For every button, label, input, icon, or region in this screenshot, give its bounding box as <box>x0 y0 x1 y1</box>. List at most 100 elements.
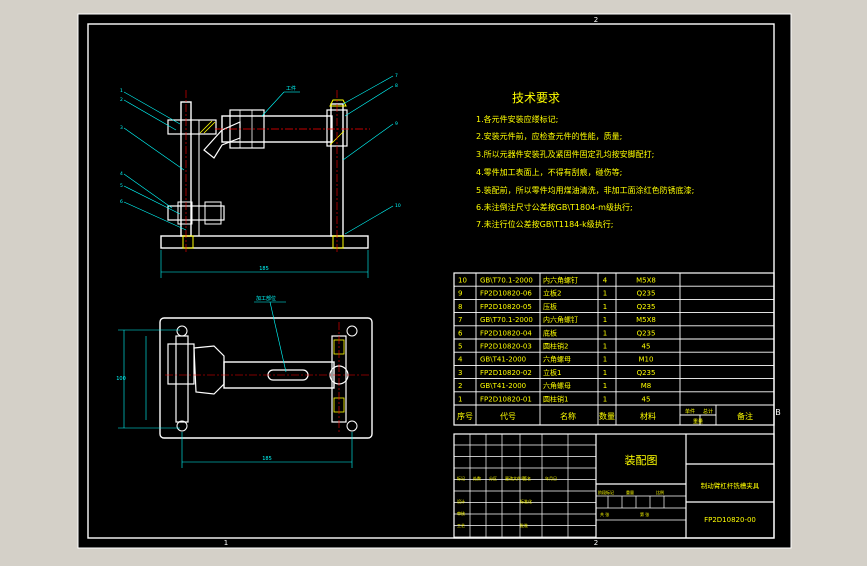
bom-header-cell: 名称 <box>560 411 576 421</box>
leader-label: 1 <box>120 88 123 94</box>
leader-label: 3 <box>120 125 123 131</box>
bom-cell-qty: 1 <box>603 329 607 337</box>
drawing-number: FP2D10820-00 <box>704 516 756 524</box>
bom-cell-qty: 1 <box>603 303 607 311</box>
note-item: 5.装配前，所以零件均用煤油清洗，非加工面涂红色防锈底漆; <box>476 185 694 195</box>
bom-cell-code: FP2D10820-04 <box>480 329 532 337</box>
bom-header-cell: 材料 <box>640 411 656 421</box>
bom-cell-qty: 1 <box>603 356 607 364</box>
sheet-background <box>78 14 791 548</box>
product-name: 制动臂杠杆铣槽夹具 <box>701 481 760 490</box>
bom-cell-name: 内六角螺钉 <box>543 315 578 324</box>
front-dim-value: 185 <box>259 266 269 272</box>
leader-label: 7 <box>395 73 398 79</box>
bom-cell-code: FP2D10820-03 <box>480 343 532 351</box>
bom-cell-qty: 1 <box>603 369 607 377</box>
bom-cell-material: Q235 <box>637 303 656 311</box>
bom-cell-name: 底板 <box>543 328 557 337</box>
bom-cell-name: 六角螺母 <box>543 355 571 364</box>
tb-small-label: 设计 <box>457 498 465 504</box>
bom-cell-material: Q235 <box>637 369 656 377</box>
bom-cell-no: 7 <box>458 316 462 324</box>
tb-small-label: 阶段标记 <box>598 489 614 495</box>
bom-cell-code: FP2D10820-05 <box>480 303 532 311</box>
tb-small-label: 处数 <box>473 475 481 481</box>
tb-small-label: 更改文件号 <box>505 475 525 481</box>
bom-header-cell: 备注 <box>737 411 753 421</box>
bom-cell-code: FP2D10820-01 <box>480 395 532 403</box>
bom-cell-material: M10 <box>639 356 654 364</box>
bom-cell-name: 六角螺母 <box>543 381 571 390</box>
bom-cell-no: 5 <box>458 343 462 351</box>
tb-small-label: 分区 <box>489 475 497 481</box>
bom-cell-no: 6 <box>458 329 463 337</box>
bom-header-cell: 数量 <box>599 411 615 421</box>
note-item: 2.安装元件前，应检查元件的性能，质量; <box>476 131 622 141</box>
bom-cell-name: 内六角螺钉 <box>543 276 578 285</box>
front-callout-text: 工件 <box>286 85 296 92</box>
tb-small-label: 批准 <box>520 522 528 528</box>
tb-small-label: 标记 <box>457 475 465 481</box>
leader-label: 8 <box>395 83 398 89</box>
tb-small-label: 共 张 <box>600 511 609 517</box>
bom-cell-code: FP2D10820-02 <box>480 369 532 377</box>
bom-cell-no: 4 <box>458 356 463 364</box>
bom-cell-material: M8 <box>641 382 652 390</box>
zone-marker-bottom-left: 1 <box>224 539 228 547</box>
note-item: 3.所以元器件安装孔及紧固件固定孔均按安脚配打; <box>476 149 654 159</box>
leader-label: 9 <box>395 121 398 127</box>
bom-cell-code: FP2D10820-06 <box>480 290 532 298</box>
bom-cell-name: 压板 <box>543 302 557 311</box>
bom-cell-qty: 1 <box>603 395 607 403</box>
bom-cell-code: GB\T41-2000 <box>480 382 526 390</box>
bom-cell-code: GB\T70.1-2000 <box>480 316 533 324</box>
bom-cell-material: M5X8 <box>636 277 656 285</box>
bom-cell-material: Q235 <box>637 290 656 298</box>
tb-small-label: 工艺 <box>457 523 465 528</box>
bom-cell-code: GB\T70.1-2000 <box>480 277 533 285</box>
bom-cell-name: 圆柱销1 <box>543 394 568 403</box>
note-item: 4.零件加工表面上，不得有刮痕，碰伤等; <box>476 167 622 177</box>
tb-small-label: 年月日 <box>545 475 557 481</box>
tb-small-label: 审核 <box>457 510 465 516</box>
drawing-canvas: 2 1 2 B 185 工件 1 2 3 4 5 6 7 8 9 10 185 … <box>77 13 792 549</box>
bom-header-cell: 代号 <box>500 411 516 421</box>
leader-label: 4 <box>120 171 123 177</box>
note-item: 6.未注倒注尺寸公差按GB\T1804-m级执行; <box>476 202 633 212</box>
tb-small-label: 重量 <box>626 489 634 495</box>
bom-cell-no: 3 <box>458 369 462 377</box>
bom-cell-material: 45 <box>642 395 651 403</box>
bom-cell-material: Q235 <box>637 329 656 337</box>
top-dim-width-value: 185 <box>262 456 272 462</box>
bom-cell-no: 10 <box>458 277 467 285</box>
bom-cell-material: M5X8 <box>636 316 656 324</box>
leader-label: 6 <box>120 199 123 205</box>
tb-small-label: 签名 <box>523 475 531 481</box>
bom-cell-name: 立板2 <box>543 289 561 298</box>
tb-small-label: 第 张 <box>640 511 649 517</box>
bom-cell-qty: 1 <box>603 382 607 390</box>
bom-cell-no: 8 <box>458 303 462 311</box>
bom-cell-qty: 1 <box>603 343 607 351</box>
leader-label: 10 <box>395 203 401 209</box>
bom-cell-no: 2 <box>458 382 462 390</box>
notes-title: 技术要求 <box>512 91 560 105</box>
leader-label: 5 <box>120 183 123 189</box>
bom-cell-qty: 1 <box>603 290 607 298</box>
leader-label: 2 <box>120 97 123 103</box>
bom-cell-no: 9 <box>458 290 462 298</box>
tb-small-label: 比例 <box>656 489 664 495</box>
bom-cell-name: 圆柱销2 <box>543 342 568 351</box>
bom-cell-qty: 1 <box>603 316 607 324</box>
bom-header-cell: 总计 <box>703 408 713 415</box>
top-dim-height-value: 100 <box>116 376 126 382</box>
bom-cell-material: 45 <box>642 343 651 351</box>
bom-header-cell: 重量 <box>693 418 703 425</box>
bom-cell-qty: 4 <box>603 277 608 285</box>
zone-marker-bottom-mid: 2 <box>594 539 598 547</box>
bom-cell-name: 立板1 <box>543 368 561 377</box>
note-item: 1.各元件安装应缕标记; <box>476 114 558 124</box>
bom-cell-no: 1 <box>458 395 462 403</box>
bom-header-cell: 单件 <box>685 408 695 415</box>
zone-marker-right: B <box>775 408 781 417</box>
